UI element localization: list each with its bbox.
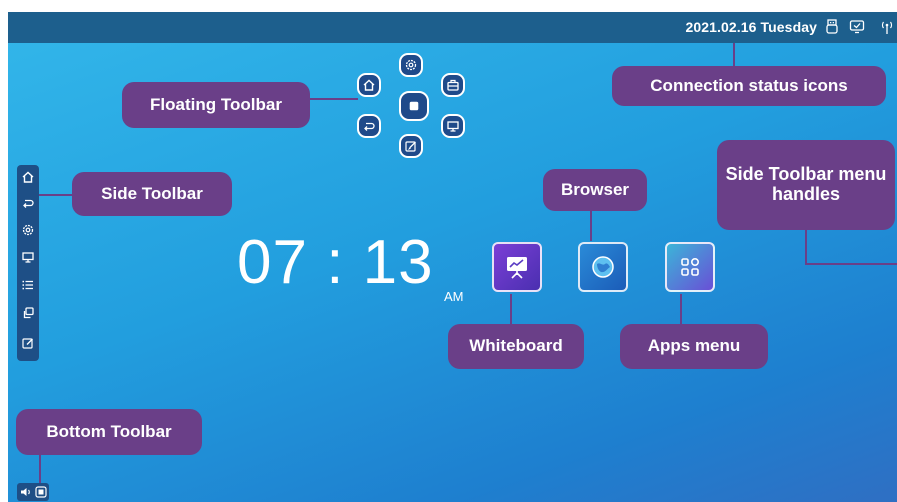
callout-side-toolbar: Side Toolbar: [72, 172, 232, 216]
bottom-toolbar: [17, 483, 49, 501]
clock-time: 07 : 13: [237, 228, 434, 297]
back-icon[interactable]: [357, 114, 381, 138]
usb-icon[interactable]: [824, 19, 840, 35]
record-icon[interactable]: [34, 485, 48, 499]
toolbox-icon[interactable]: [441, 73, 465, 97]
apps-menu-app[interactable]: [665, 242, 715, 292]
whiteboard-app[interactable]: [492, 242, 542, 292]
apps-grid-icon: [681, 258, 699, 276]
callout-line: [39, 453, 41, 483]
home-icon[interactable]: [357, 73, 381, 97]
status-bar: 2021.02.16 Tuesday: [8, 12, 897, 43]
settings-icon[interactable]: [399, 53, 423, 77]
callout-browser: Browser: [543, 169, 647, 211]
callout-line: [680, 294, 682, 326]
callout-connection-status: Connection status icons: [612, 66, 886, 106]
globe-icon: [592, 256, 614, 278]
display-icon[interactable]: [20, 249, 36, 265]
settings-icon[interactable]: [20, 222, 36, 238]
clock-ampm: AM: [444, 289, 464, 304]
browser-app[interactable]: [578, 242, 628, 292]
callout-whiteboard: Whiteboard: [448, 324, 584, 369]
callout-line: [805, 263, 897, 265]
callout-side-toolbar-handles: Side Toolbar menu handles: [717, 140, 895, 230]
windows-icon[interactable]: [20, 305, 36, 321]
annotate-icon[interactable]: [399, 134, 423, 158]
home-icon[interactable]: [20, 169, 36, 185]
callout-floating-toolbar: Floating Toolbar: [122, 82, 310, 128]
display-icon[interactable]: [441, 114, 465, 138]
callout-line: [805, 228, 807, 264]
callout-line: [590, 209, 592, 241]
date-display: 2021.02.16 Tuesday: [685, 19, 817, 35]
callout-line: [308, 98, 358, 100]
callout-bottom-toolbar: Bottom Toolbar: [16, 409, 202, 455]
volume-icon[interactable]: [19, 485, 33, 499]
screen-share-icon[interactable]: [849, 19, 865, 35]
annotate-icon[interactable]: [20, 335, 36, 351]
stop-icon[interactable]: [399, 91, 429, 121]
side-toolbar: [17, 165, 39, 361]
callout-line: [510, 294, 512, 326]
desktop-screen: 2021.02.16 Tuesday Floating Toolbar Conn…: [8, 12, 897, 502]
list-icon[interactable]: [20, 277, 36, 293]
whiteboard-icon: [507, 257, 527, 279]
wireless-icon[interactable]: [879, 19, 895, 35]
back-icon[interactable]: [20, 195, 36, 211]
callout-apps-menu: Apps menu: [620, 324, 768, 369]
